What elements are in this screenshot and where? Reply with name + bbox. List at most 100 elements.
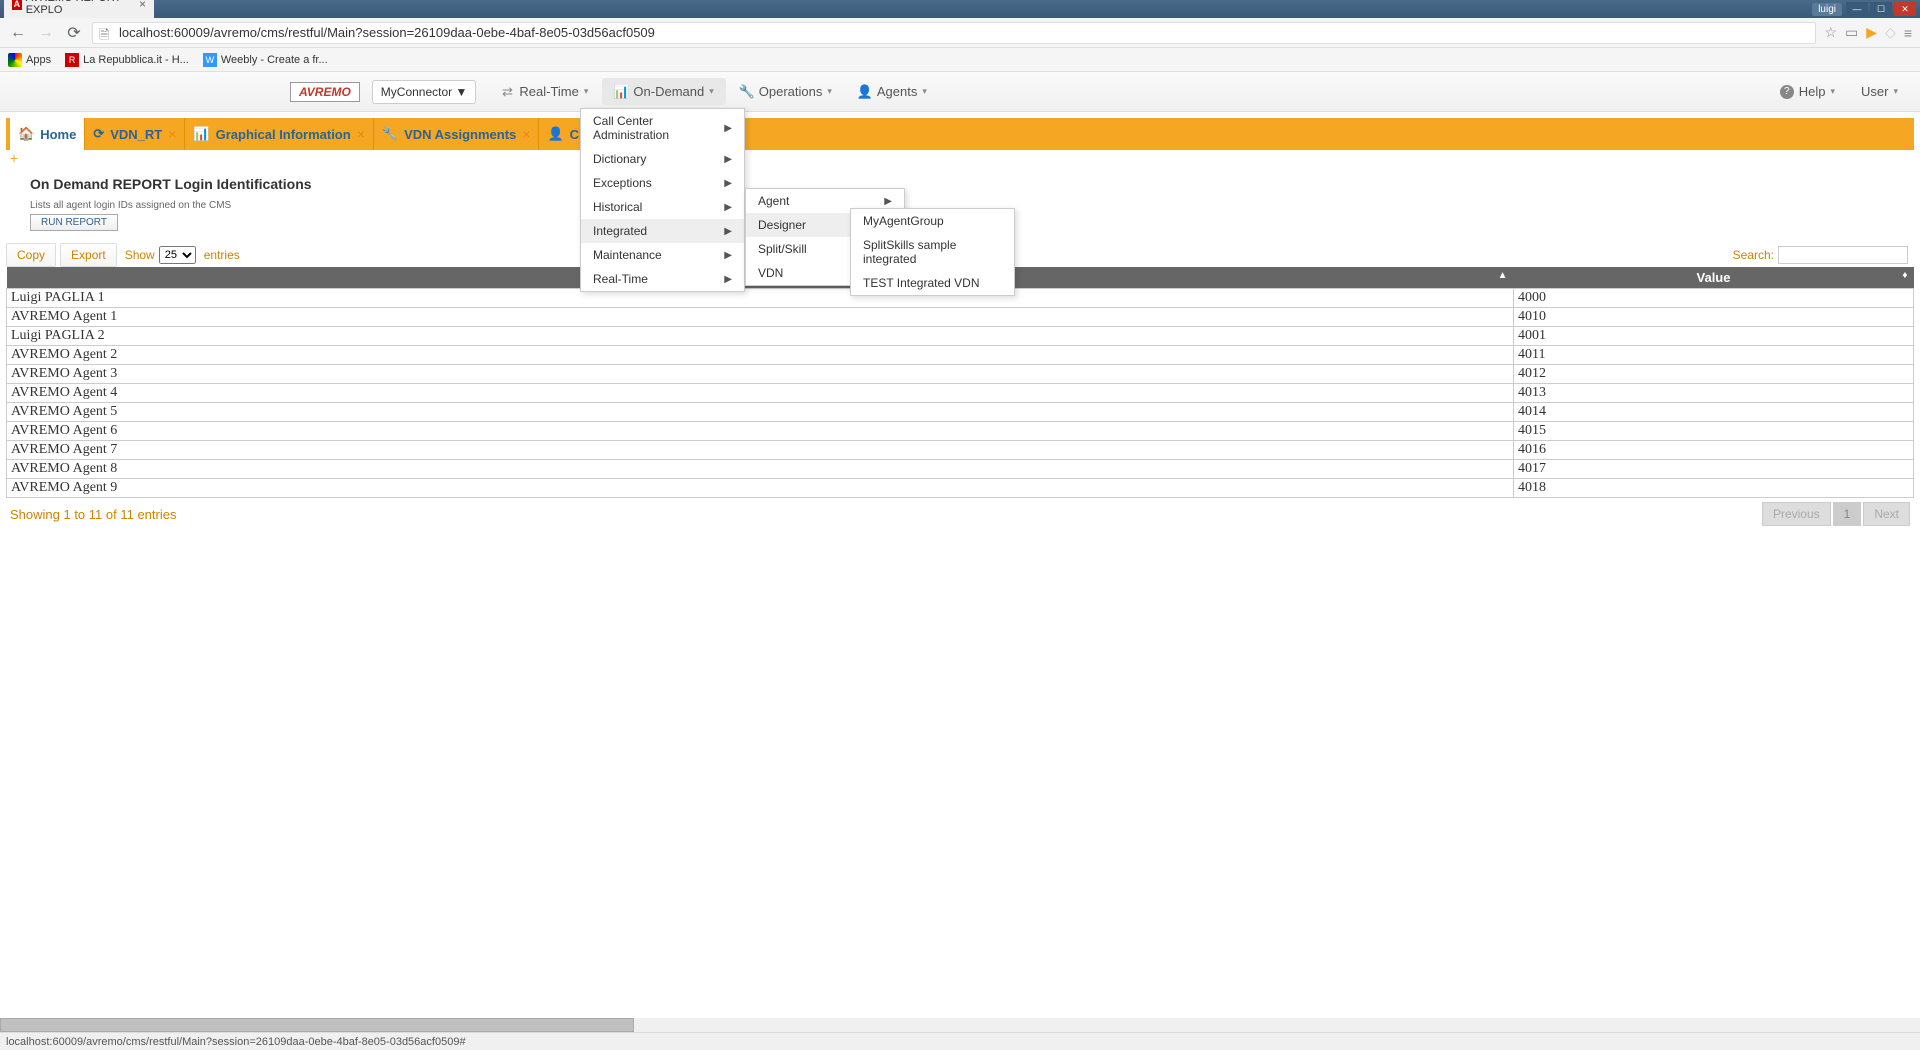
cell-value: 4010	[1514, 308, 1914, 327]
horizontal-scrollbar[interactable]	[0, 1018, 1920, 1032]
tab-home[interactable]: 🏠 Home	[10, 118, 85, 150]
menu-label: Split/Skill	[758, 242, 807, 256]
menu-splitskills-sample[interactable]: SplitSkills sample integrated	[851, 233, 1014, 271]
connector-label: MyConnector	[381, 85, 452, 99]
url-input[interactable]: 🗎 localhost:60009/avremo/cms/restful/Mai…	[92, 22, 1816, 44]
close-icon[interactable]: ×	[168, 126, 176, 142]
close-icon[interactable]: ×	[357, 126, 365, 142]
help-menu[interactable]: ? Help ▾	[1768, 78, 1847, 105]
cell-name: Luigi PAGLIA 2	[7, 327, 1514, 346]
user-menu[interactable]: User ▾	[1849, 78, 1910, 105]
menu-dictionary[interactable]: Dictionary ▶	[581, 147, 744, 171]
cell-value: 4017	[1514, 460, 1914, 479]
star-icon[interactable]: ☆	[1824, 24, 1837, 41]
close-icon[interactable]: ×	[522, 126, 530, 142]
play-icon[interactable]: ▶	[1866, 24, 1877, 41]
connector-select[interactable]: MyConnector ▼	[372, 80, 477, 104]
ext-icon[interactable]: ◇	[1885, 24, 1896, 41]
menu-integrated[interactable]: Integrated ▶	[581, 219, 744, 243]
table-row[interactable]: AVREMO Agent 64015	[7, 422, 1914, 441]
home-icon: 🏠	[18, 126, 34, 142]
add-tab-button[interactable]: +	[6, 150, 22, 166]
chart-icon: 📊	[193, 126, 209, 142]
refresh-icon: ⟳	[93, 126, 104, 142]
repubblica-label: La Repubblica.it - H...	[83, 54, 189, 66]
pagination: Previous 1 Next	[1762, 502, 1910, 526]
table-row[interactable]: AVREMO Agent 14010	[7, 308, 1914, 327]
reload-button[interactable]: ⟳	[64, 23, 84, 43]
tab-vdn-rt[interactable]: ⟳ VDN_RT ×	[85, 118, 185, 150]
next-button[interactable]: Next	[1863, 502, 1910, 526]
close-icon[interactable]: ×	[139, 0, 146, 11]
menu-maintenance[interactable]: Maintenance ▶	[581, 243, 744, 267]
ondemand-menu[interactable]: 📊 On-Demand ▾	[602, 78, 725, 105]
repubblica-bookmark[interactable]: R La Repubblica.it - H...	[65, 53, 189, 67]
previous-button[interactable]: Previous	[1762, 502, 1831, 526]
column-label: Value	[1697, 270, 1731, 285]
tab-vdn-assignments[interactable]: 🔧 VDN Assignments ×	[374, 118, 540, 150]
realtime-menu[interactable]: ⇄ Real-Time ▾	[488, 78, 600, 105]
browser-titlebar: A AVREMO REPORT EXPLO × luigi — ☐ ✕	[0, 0, 1920, 18]
close-button[interactable]: ✕	[1894, 2, 1916, 16]
caret-down-icon: ▾	[1893, 86, 1898, 97]
page-size-select[interactable]: 25	[159, 246, 196, 264]
weebly-label: Weebly - Create a fr...	[221, 54, 328, 66]
menu-realtime[interactable]: Real-Time ▶	[581, 267, 744, 291]
run-report-button[interactable]: RUN REPORT	[30, 214, 118, 231]
table-row[interactable]: AVREMO Agent 24011	[7, 346, 1914, 365]
chevron-right-icon: ▶	[724, 226, 732, 237]
table-row[interactable]: AVREMO Agent 44013	[7, 384, 1914, 403]
column-value[interactable]: Value♦	[1514, 267, 1914, 289]
table-info: Showing 1 to 11 of 11 entries	[10, 507, 176, 522]
menu-myagentgroup[interactable]: MyAgentGroup	[851, 209, 1014, 233]
chevron-right-icon: ▶	[724, 154, 732, 165]
scrollbar-thumb[interactable]	[0, 1018, 634, 1032]
table-row[interactable]: AVREMO Agent 84017	[7, 460, 1914, 479]
tab-label: Graphical Information	[216, 127, 351, 142]
status-bar: localhost:60009/avremo/cms/restful/Main?…	[0, 1032, 1920, 1050]
realtime-label: Real-Time	[519, 84, 578, 99]
menu-exceptions[interactable]: Exceptions ▶	[581, 171, 744, 195]
operations-label: Operations	[759, 84, 823, 99]
table-row[interactable]: AVREMO Agent 34012	[7, 365, 1914, 384]
minimize-button[interactable]: —	[1846, 2, 1868, 16]
wrench-icon: 🔧	[740, 85, 754, 99]
export-button[interactable]: Export	[60, 243, 117, 267]
forward-button[interactable]: →	[36, 23, 56, 43]
menu-test-integrated-vdn[interactable]: TEST Integrated VDN	[851, 271, 1014, 295]
menu-label: Exceptions	[593, 176, 652, 190]
menu-call-center-admin[interactable]: Call Center Administration ▶	[581, 109, 744, 147]
chevron-right-icon: ▶	[724, 178, 732, 189]
apps-bookmark[interactable]: Apps	[8, 53, 51, 67]
cell-value: 4011	[1514, 346, 1914, 365]
back-button[interactable]: ←	[8, 23, 28, 43]
cell-value: 4014	[1514, 403, 1914, 422]
chevron-right-icon: ▶	[724, 274, 732, 285]
copy-button[interactable]: Copy	[6, 243, 56, 267]
browser-tab[interactable]: A AVREMO REPORT EXPLO ×	[4, 0, 154, 18]
cell-value: 4018	[1514, 479, 1914, 498]
url-text: localhost:60009/avremo/cms/restful/Main?…	[119, 25, 655, 40]
search-input[interactable]	[1778, 246, 1908, 264]
repubblica-icon: R	[65, 53, 79, 67]
menu-label: Maintenance	[593, 248, 662, 262]
menu-label: Call Center Administration	[593, 114, 724, 142]
tab-label: VDN Assignments	[404, 127, 516, 142]
menu-label: VDN	[758, 266, 783, 280]
tab-graphical-information[interactable]: 📊 Graphical Information ×	[185, 118, 373, 150]
menu-historical[interactable]: Historical ▶	[581, 195, 744, 219]
table-row[interactable]: Luigi PAGLIA 24001	[7, 327, 1914, 346]
table-row[interactable]: AVREMO Agent 54014	[7, 403, 1914, 422]
agents-menu[interactable]: 👤 Agents ▾	[846, 78, 939, 105]
search-label: Search:	[1733, 248, 1774, 262]
menu-icon[interactable]: ≡	[1904, 25, 1912, 41]
table-row[interactable]: AVREMO Agent 74016	[7, 441, 1914, 460]
weebly-bookmark[interactable]: W Weebly - Create a fr...	[203, 53, 328, 67]
device-icon[interactable]: ▭	[1845, 24, 1858, 41]
apps-label: Apps	[26, 54, 51, 66]
operations-menu[interactable]: 🔧 Operations ▾	[728, 78, 844, 105]
page-1-button[interactable]: 1	[1833, 502, 1862, 526]
table-row[interactable]: AVREMO Agent 94018	[7, 479, 1914, 498]
maximize-button[interactable]: ☐	[1870, 2, 1892, 16]
help-label: Help	[1799, 84, 1826, 99]
